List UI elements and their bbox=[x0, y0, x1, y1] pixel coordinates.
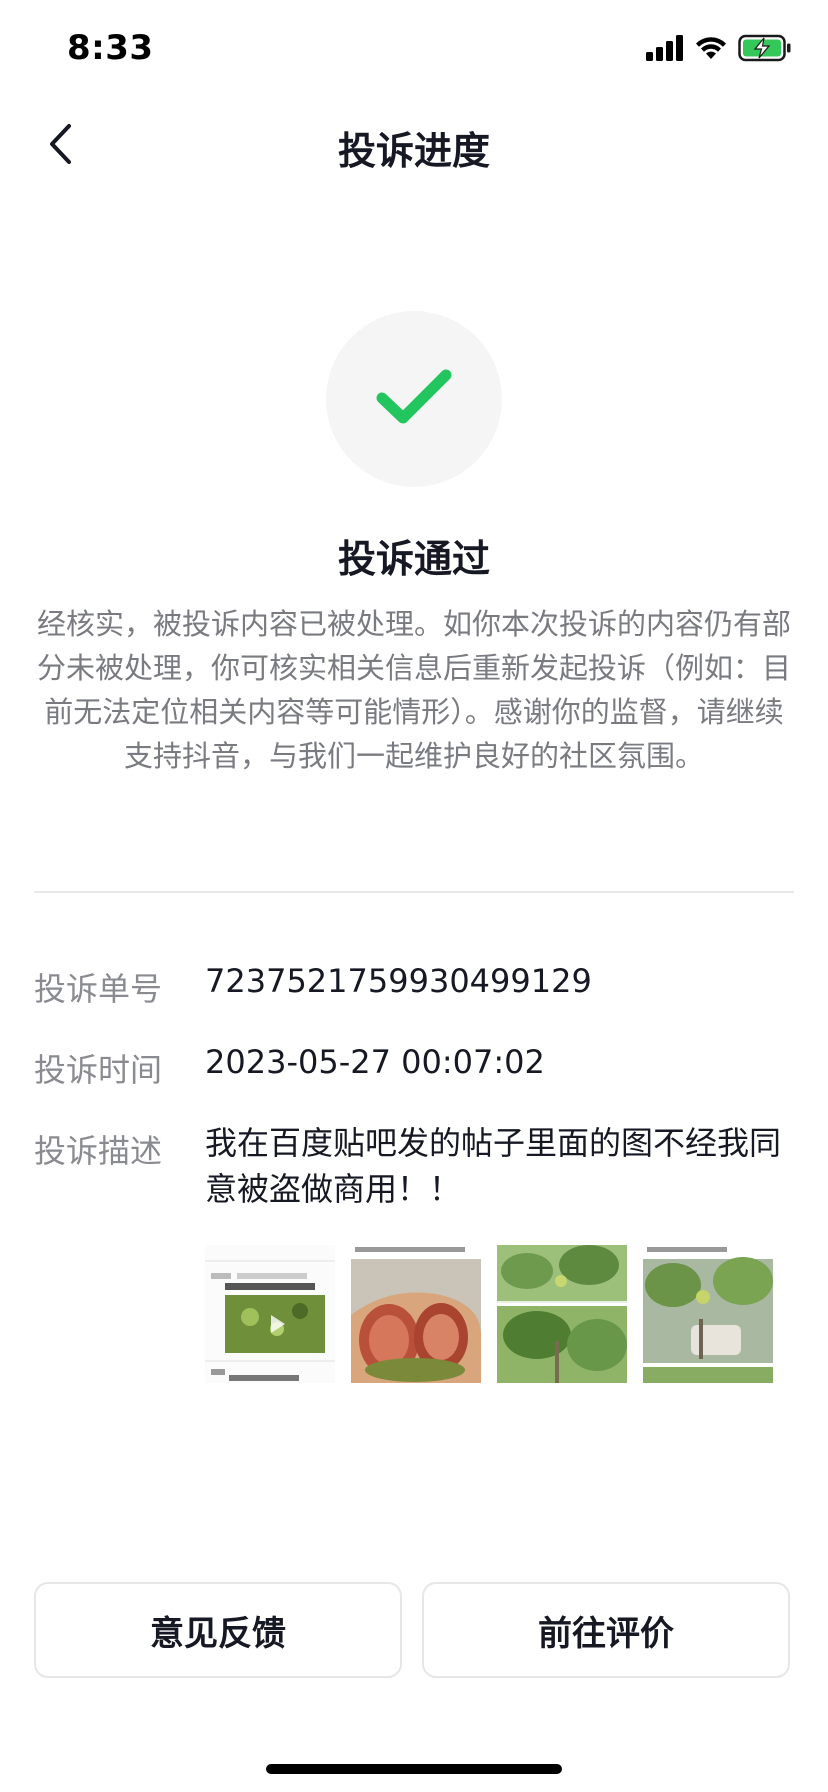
status-bar: 8:33 bbox=[0, 0, 828, 100]
result-description: 经核实，被投诉内容已被处理。如你本次投诉的内容仍有部分未被处理，你可核实相关信息… bbox=[36, 607, 791, 773]
evidence-thumbnails bbox=[205, 1245, 773, 1383]
result-status-circle bbox=[326, 311, 502, 487]
order-number-value: 7237521759930499129 bbox=[205, 962, 592, 1000]
wifi-icon bbox=[694, 35, 728, 65]
complaint-description-label: 投诉描述 bbox=[34, 1132, 163, 1170]
evidence-thumbnail[interactable] bbox=[643, 1245, 773, 1383]
order-number-label: 投诉单号 bbox=[34, 970, 163, 1008]
evidence-thumbnail[interactable] bbox=[351, 1245, 481, 1383]
signal-icon bbox=[646, 35, 684, 65]
status-time: 8:33 bbox=[67, 28, 154, 68]
home-indicator bbox=[266, 1764, 562, 1774]
rate-button[interactable]: 前往评价 bbox=[422, 1582, 790, 1678]
complaint-time-label: 投诉时间 bbox=[34, 1051, 163, 1089]
result-title: 投诉通过 bbox=[337, 537, 490, 581]
feedback-button[interactable]: 意见反馈 bbox=[34, 1582, 402, 1678]
nav-bar: 投诉进度 bbox=[0, 100, 828, 192]
page-title: 投诉进度 bbox=[337, 129, 490, 173]
complaint-time-value: 2023-05-27 00:07:02 bbox=[205, 1043, 545, 1081]
check-icon bbox=[374, 367, 454, 431]
divider bbox=[34, 891, 794, 893]
status-icons bbox=[646, 34, 792, 66]
complaint-description-value: 我在百度贴吧发的帖子里面的图不经我同意被盗做商用！！ bbox=[205, 1124, 782, 1208]
battery-icon bbox=[738, 34, 792, 66]
evidence-thumbnail[interactable] bbox=[205, 1245, 335, 1383]
evidence-thumbnail[interactable] bbox=[497, 1245, 627, 1383]
